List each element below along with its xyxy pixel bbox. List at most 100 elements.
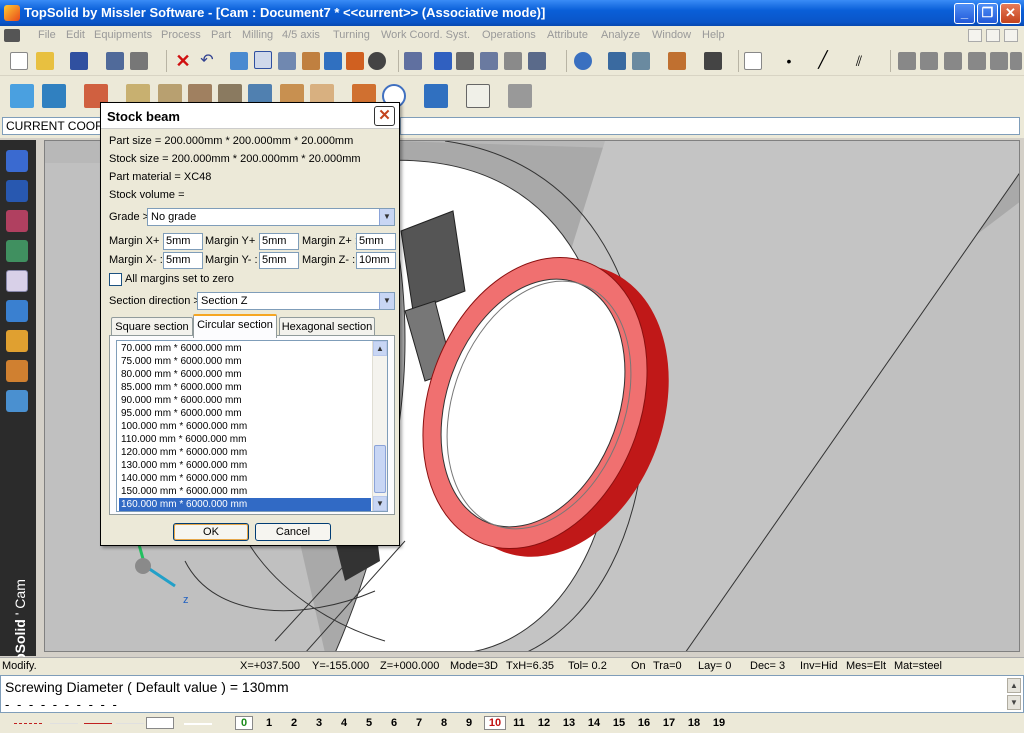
list-item[interactable]: 95.000 mm * 6000.000 mm (119, 407, 371, 420)
restore-button[interactable]: ❐ (977, 3, 998, 24)
status-material[interactable]: Mat=steel (894, 660, 942, 672)
status-on[interactable]: On (631, 660, 646, 672)
list-item[interactable]: 130.000 mm * 6000.000 mm (119, 459, 371, 472)
list-item[interactable]: 70.000 mm * 6000.000 mm (119, 342, 371, 355)
layer-edit-icon[interactable] (968, 52, 986, 70)
delete-icon[interactable]: ✕ (174, 52, 192, 70)
layer-0[interactable]: 0 (235, 716, 253, 730)
margin-zminus-input[interactable]: 10mm (356, 252, 396, 269)
dialog-close-button[interactable]: ✕ (374, 106, 395, 126)
tool-list-icon[interactable] (278, 52, 296, 70)
tool-icon[interactable] (302, 52, 320, 70)
margin-xplus-input[interactable]: 5mm (163, 233, 203, 250)
status-invisible[interactable]: Inv=Hid (800, 660, 838, 672)
all-margins-zero-checkbox[interactable] (109, 273, 122, 286)
menu-45-axis[interactable]: 4/5 axis (282, 29, 320, 41)
save-icon[interactable] (70, 52, 88, 70)
layer-5[interactable]: 5 (360, 717, 378, 729)
list-item[interactable]: 110.000 mm * 6000.000 mm (119, 433, 371, 446)
menu-file[interactable]: File (38, 29, 56, 41)
status-view-mode[interactable]: Mode=3D (450, 660, 498, 672)
surface-tool-icon[interactable] (6, 240, 28, 262)
refresh-icon[interactable] (230, 52, 248, 70)
chevron-down-icon[interactable]: ▼ (379, 209, 394, 225)
red-line-style-icon[interactable] (84, 723, 112, 733)
status-decimals[interactable]: Dec= 3 (750, 660, 785, 672)
list-item[interactable]: 90.000 mm * 6000.000 mm (119, 394, 371, 407)
section-direction-select[interactable]: Section Z ▼ (197, 292, 395, 310)
layer-15[interactable]: 15 (610, 717, 628, 729)
close-button[interactable]: ✕ (1000, 3, 1021, 24)
white-line-style-icon[interactable] (184, 723, 212, 733)
layer-18[interactable]: 18 (685, 717, 703, 729)
margin-yplus-input[interactable]: 5mm (259, 233, 299, 250)
zoom-icon[interactable] (574, 52, 592, 70)
scroll-down-icon[interactable]: ▼ (373, 496, 387, 511)
sketch-tool-icon[interactable] (6, 150, 28, 172)
layer-8[interactable]: 8 (435, 717, 453, 729)
list-item-selected[interactable]: 160.000 mm * 6000.000 mm (119, 498, 371, 511)
menu-work-coord[interactable]: Work Coord. Syst. (381, 29, 470, 41)
layer-4[interactable]: 4 (335, 717, 353, 729)
list-item[interactable]: 150.000 mm * 6000.000 mm (119, 485, 371, 498)
nc-file-icon[interactable] (466, 84, 490, 108)
view-icon[interactable] (632, 52, 650, 70)
line-style-icon[interactable]: ╱ (814, 52, 832, 70)
cancel-button[interactable]: Cancel (255, 523, 331, 541)
margin-xminus-input[interactable]: 5mm (163, 252, 203, 269)
layer-13[interactable]: 13 (560, 717, 578, 729)
layer-10[interactable]: 10 (484, 716, 506, 730)
mdi-restore-icon[interactable] (986, 29, 1000, 42)
toolpath-icon[interactable] (346, 52, 364, 70)
status-transparency[interactable]: Tra=0 (653, 660, 682, 672)
layer-7[interactable]: 7 (410, 717, 428, 729)
menu-turning[interactable]: Turning (333, 29, 370, 41)
drafting-tool-icon[interactable] (6, 360, 28, 382)
grade-select[interactable]: No grade ▼ (147, 208, 395, 226)
cut-icon[interactable] (456, 52, 474, 70)
mdi-close-icon[interactable] (1004, 29, 1018, 42)
menu-process[interactable]: Process (161, 29, 201, 41)
cam-tool-icon[interactable] (6, 270, 28, 292)
status-text-height[interactable]: TxH=6.35 (506, 660, 554, 672)
box-line-style-icon[interactable] (146, 717, 174, 729)
hook-icon[interactable] (504, 52, 522, 70)
menu-part[interactable]: Part (211, 29, 231, 41)
prompt-input[interactable]: - - - - - - - - - - (5, 697, 119, 712)
machine-icon[interactable] (10, 84, 34, 108)
chevron-down-icon[interactable]: ▼ (379, 293, 394, 309)
tab-circular-section[interactable]: Circular section (193, 314, 277, 338)
undo-icon[interactable]: ↶ (198, 52, 216, 70)
print-icon[interactable] (130, 52, 148, 70)
layer-12[interactable]: 12 (535, 717, 553, 729)
color-picker-icon[interactable] (744, 52, 762, 70)
scroll-up-icon[interactable]: ▲ (373, 341, 387, 356)
list-item[interactable]: 100.000 mm * 6000.000 mm (119, 420, 371, 433)
menu-analyze[interactable]: Analyze (601, 29, 640, 41)
more-icon[interactable] (1010, 52, 1022, 70)
section-direction-label[interactable]: Section direction > (109, 295, 200, 307)
status-tolerance[interactable]: Tol= 0.2 (568, 660, 607, 672)
status-measure[interactable]: Mes=Elt (846, 660, 886, 672)
menu-edit[interactable]: Edit (66, 29, 85, 41)
layer-11[interactable]: 11 (510, 717, 528, 729)
scroll-thumb[interactable] (374, 445, 386, 493)
coordinate-system-input[interactable]: CURRENT COORD (2, 117, 102, 135)
menu-operations[interactable]: Operations (482, 29, 536, 41)
list-scrollbar[interactable]: ▲ ▼ (372, 341, 387, 511)
layer-14[interactable]: 14 (585, 717, 603, 729)
post-processor-icon[interactable] (424, 84, 448, 108)
command-input[interactable] (400, 117, 1020, 135)
simulation-icon[interactable] (368, 52, 386, 70)
layer-2[interactable]: 2 (285, 717, 303, 729)
document-settings-icon[interactable] (508, 84, 532, 108)
layer-3[interactable]: 3 (310, 717, 328, 729)
edit-icon[interactable] (404, 52, 422, 70)
thin-line-style-icon[interactable] (50, 723, 78, 733)
tab-square-section[interactable]: Square section (111, 317, 193, 337)
grade-label[interactable]: Grade > (109, 211, 149, 223)
curve-tool-icon[interactable] (6, 210, 28, 232)
machining-tool-icon[interactable] (6, 300, 28, 322)
prompt-scroll-up-icon[interactable]: ▲ (1007, 678, 1021, 693)
select-mode-icon[interactable] (254, 51, 272, 69)
